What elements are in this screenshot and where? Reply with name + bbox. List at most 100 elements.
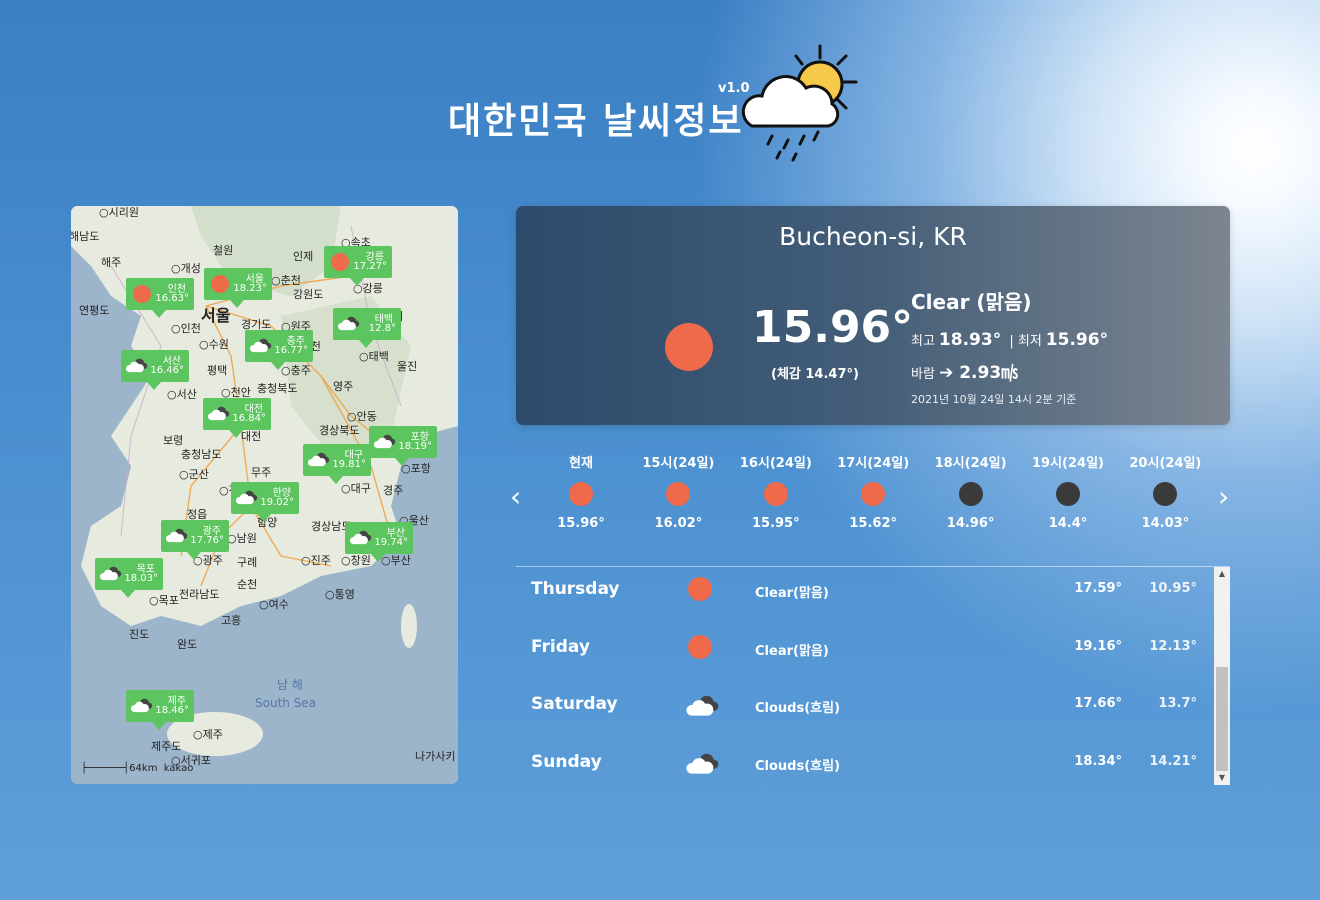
- map-marker-태백[interactable]: 태백 12.8°: [333, 308, 401, 348]
- wind-info: 바람 ➔ 2.93㎧: [911, 363, 1019, 383]
- clear-moon-icon: [1056, 482, 1080, 506]
- map-marker-한양[interactable]: 한양 19.02°: [231, 482, 299, 522]
- scrollbar-thumb[interactable]: [1216, 667, 1228, 771]
- korea-weather-map[interactable]: ○시리원 해남도 철원 인제 ○속초 해주 ○개성 ○춘천 강원도 ○강릉 연평도 서울 ○인천 경기도 ○…: [71, 206, 458, 784]
- day-min-temp: 12.13°: [1149, 638, 1197, 654]
- map-marker-서울[interactable]: 서울 18.23°: [204, 268, 272, 308]
- daily-row: Sunday Clouds(흐림) 18.34° 14.21°: [516, 744, 1214, 784]
- map-place-label: ○인천: [171, 322, 201, 335]
- app-header: 대한민국 날씨정보 v1.0: [448, 44, 868, 170]
- hour-temp: 15.62°: [849, 516, 897, 531]
- map-place-label: 순천: [237, 578, 258, 591]
- hourly-item: 현재 15.96°: [533, 440, 629, 531]
- day-name: Thursday: [531, 579, 620, 599]
- map-marker-인천[interactable]: 인천 16.63°: [126, 278, 194, 318]
- map-place-label: 강원도: [293, 288, 324, 301]
- marker-temp: 16.77°: [274, 345, 308, 356]
- chevron-right-icon[interactable]: ›: [1218, 480, 1229, 513]
- map-place-label: ○창원: [341, 554, 371, 567]
- map-marker-목포[interactable]: 목포 18.03°: [95, 558, 163, 598]
- clear-sun-icon: [665, 323, 713, 371]
- chevron-left-icon[interactable]: ‹: [510, 480, 521, 513]
- hour-temp: 14.96°: [946, 516, 995, 531]
- day-description: Clear(맑음): [755, 586, 829, 601]
- map-marker-대구[interactable]: 대구 19.81°: [303, 444, 371, 484]
- day-max-temp: 17.59°: [1074, 581, 1122, 596]
- scroll-up-arrow-icon[interactable]: ▲: [1214, 567, 1230, 581]
- map-place-label: ○여수: [259, 598, 289, 611]
- marker-temp: 16.46°: [150, 365, 184, 376]
- map-attribution: kakao: [163, 763, 194, 774]
- city-name: Bucheon-si, KR: [779, 222, 967, 251]
- day-min-temp: 14.21°: [1149, 753, 1197, 769]
- day-description: Clouds(흐림): [755, 701, 841, 716]
- hour-label: 19시(24일): [1032, 456, 1104, 471]
- min-max: 최고 18.93° | 최저 15.96°: [911, 330, 1109, 350]
- marker-temp: 16.63°: [155, 293, 189, 304]
- map-marker-광주[interactable]: 광주 17.76°: [161, 520, 229, 560]
- map-place-label: 전라남도: [179, 588, 220, 601]
- marker-temp: 18.46°: [155, 705, 189, 716]
- hour-temp: 14.03°: [1141, 516, 1190, 531]
- day-description: Clouds(흐림): [755, 758, 841, 774]
- clear-sun-icon: [688, 577, 712, 601]
- day-name: Sunday: [531, 751, 602, 772]
- map-place-label: ○목포: [149, 594, 179, 607]
- map-place-label: 연평도: [79, 304, 110, 317]
- scroll-down-arrow-icon[interactable]: ▼: [1214, 771, 1230, 785]
- map-place-label: 충청남도: [181, 448, 222, 461]
- map-place-label: 울진: [397, 360, 418, 373]
- weather-description: Clear (맑음): [911, 290, 1032, 314]
- cloud-icon: [249, 336, 272, 356]
- marker-temp: 16.84°: [232, 413, 266, 424]
- hour-label: 16시(24일): [739, 456, 812, 471]
- map-place-label: 무주: [251, 466, 272, 479]
- daily-row: Saturday Clouds(흐림) 17.66° 13.7°: [516, 686, 1214, 726]
- hourly-item: 18시(24일) 14.96°: [923, 440, 1019, 531]
- cloud-icon: [686, 750, 719, 776]
- map-place-label: 인제: [293, 250, 314, 263]
- clear-sun-icon: [763, 482, 788, 506]
- map-place-label: ○부산: [381, 554, 411, 567]
- map-place-label: 해남도: [71, 230, 100, 243]
- map-marker-포항[interactable]: 포항 18.19°: [369, 426, 437, 466]
- hourly-item: 15시(24일) 16.02°: [630, 440, 726, 531]
- hour-temp: 15.96°: [557, 516, 605, 531]
- marker-temp: 17.27°: [353, 261, 387, 272]
- marker-temp: 18.23°: [233, 283, 267, 294]
- cloud-icon: [307, 450, 330, 470]
- map-place-label: ○시리원: [99, 206, 139, 219]
- map-marker-강릉[interactable]: 강릉 17.27°: [324, 246, 392, 286]
- daily-forecast-list[interactable]: Thursday Clear(맑음) 17.59° 10.95° Friday Clear…: [516, 566, 1230, 785]
- map-place-label: 나가사키: [415, 750, 456, 763]
- map-place-label: ○대구: [341, 482, 371, 495]
- map-marker-충주[interactable]: 충주 16.77°: [245, 330, 313, 370]
- map-marker-제주[interactable]: 제주 18.46°: [126, 690, 194, 730]
- clear-sun-icon: [133, 285, 151, 303]
- clear-moon-icon: [1153, 482, 1178, 506]
- clear-sun-icon: [861, 482, 886, 506]
- map-marker-부산[interactable]: 부산 19.74°: [345, 522, 413, 562]
- map-place-label: ○수원: [199, 338, 229, 351]
- marker-temp: 12.8°: [368, 323, 396, 334]
- hourly-forecast: ‹ 현재 15.96° 15시(24일) 16.02° 16시(24일) 15.95° 17…: [510, 440, 1230, 550]
- hour-temp: 14.4°: [1048, 516, 1088, 531]
- map-place-label: 충청북도: [257, 382, 298, 395]
- map-marker-대전[interactable]: 대전 16.84°: [203, 398, 271, 438]
- map-marker-서산[interactable]: 서산 16.46°: [121, 350, 189, 390]
- map-place-label: 완도: [177, 638, 198, 651]
- hourly-item: 19시(24일) 14.4°: [1020, 440, 1116, 531]
- app-title: 대한민국 날씨정보: [448, 101, 744, 142]
- map-place-label: ○진주: [301, 554, 331, 567]
- map-place-label: ○서산: [167, 388, 197, 401]
- map-place-label: 경상북도: [319, 424, 360, 437]
- daily-row: Friday Clear(맑음) 19.16° 12.13°: [516, 629, 1214, 669]
- hour-temp: 16.02°: [654, 516, 703, 531]
- map-place-label: ○개성: [171, 262, 201, 275]
- map-place-label: 영주: [333, 380, 354, 393]
- daily-row: Thursday Clear(맑음) 17.59° 10.95°: [516, 571, 1214, 611]
- hour-label: 18시(24일): [934, 456, 1007, 471]
- scrollbar[interactable]: ▲ ▼: [1214, 567, 1230, 785]
- cloud-icon: [337, 314, 360, 334]
- map-place-label: 경주: [383, 484, 404, 497]
